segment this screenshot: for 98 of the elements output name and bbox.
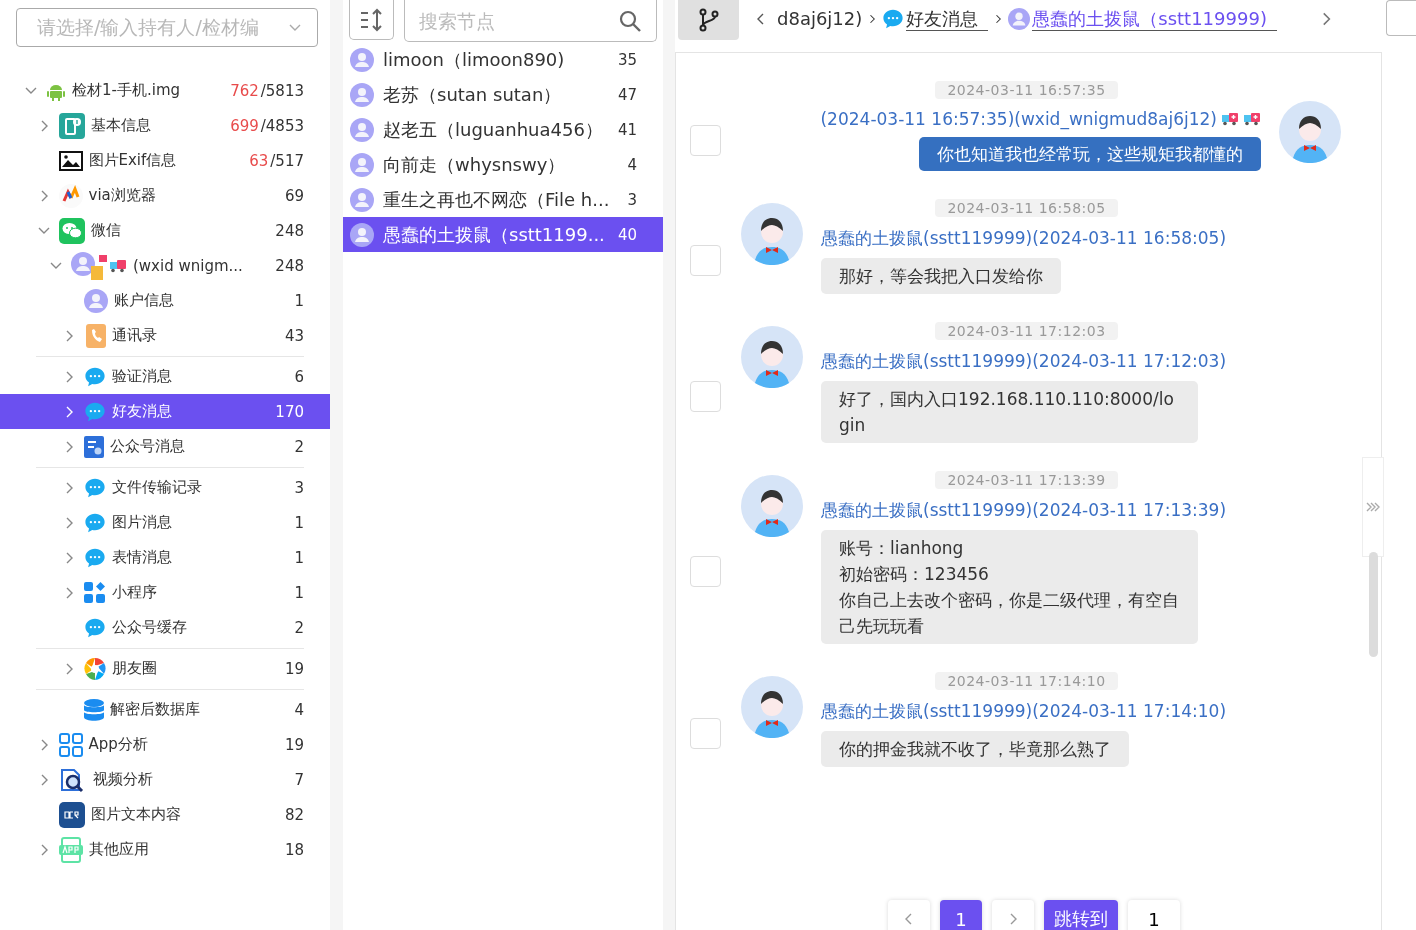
user-avatar-icon xyxy=(350,82,374,107)
ambulance-icon xyxy=(1221,112,1239,126)
account-avatar-icon xyxy=(71,251,127,280)
contact-item[interactable]: limoon（limoon890) 35 xyxy=(343,42,663,77)
sender-header: 愚蠢的土拨鼠(sstt119999)(2024-03-11 17:14:10) xyxy=(821,700,1227,723)
database-icon xyxy=(83,698,104,721)
tree-item[interactable]: 微信 248 xyxy=(0,213,330,248)
branch-icon xyxy=(697,8,720,32)
tree-item[interactable]: 验证消息 6 xyxy=(0,359,330,394)
sender-header: 愚蠢的土拨鼠(sstt119999)(2024-03-11 16:58:05) xyxy=(821,227,1227,250)
scrollbar[interactable] xyxy=(1369,552,1378,657)
chat-bubble-icon xyxy=(882,8,905,30)
avatar-icon xyxy=(1279,101,1341,163)
timestamp: 2024-03-11 16:58:05 xyxy=(935,199,1118,217)
message-checkbox[interactable] xyxy=(690,245,721,276)
tree-item[interactable]: 其他应用 18 xyxy=(0,832,330,867)
contact-item[interactable]: 老苏（sutan sutan） 47 xyxy=(343,77,663,112)
tree-item[interactable]: 图片Exif信息 63/517 xyxy=(0,143,330,178)
search-icon xyxy=(619,10,641,32)
tree-item[interactable]: 表情消息 1 xyxy=(0,540,330,575)
user-avatar-icon xyxy=(350,187,374,212)
sender-header: (2024-03-11 16:57:35)(wxid_wnigmud8aj6j12) xyxy=(820,109,1217,129)
aperture-icon xyxy=(83,657,106,680)
four-squares-icon xyxy=(58,732,83,757)
chat-bubble-icon xyxy=(83,511,106,534)
tree-item[interactable]: 基本信息 699/4853 xyxy=(0,108,330,143)
message-checkbox[interactable] xyxy=(690,124,721,156)
tree-item[interactable]: App分析 19 xyxy=(0,727,330,762)
avatar-icon xyxy=(741,203,803,265)
ocr-icon xyxy=(58,801,85,828)
branch-button[interactable] xyxy=(678,0,739,40)
tree-item[interactable]: 朋友圈 19 xyxy=(0,651,330,686)
app-box-icon xyxy=(58,836,83,863)
user-avatar-icon xyxy=(1008,8,1031,30)
tree-item[interactable]: 检材1-手机.img 762/5813 xyxy=(0,73,330,108)
tree-item[interactable]: 图片文本内容 82 xyxy=(0,797,330,832)
phone-info-icon xyxy=(58,112,85,139)
chat-bubble-icon xyxy=(83,365,106,388)
tree-item[interactable]: 小程序 1 xyxy=(0,575,330,610)
grid-icon xyxy=(83,581,106,604)
document-icon xyxy=(83,435,104,458)
timestamp: 2024-03-11 17:13:39 xyxy=(935,471,1118,489)
breadcrumb-item[interactable]: 好友消息 xyxy=(882,0,989,38)
tree-item[interactable]: 公众号缓存 2 xyxy=(0,610,330,645)
breadcrumb-item[interactable]: 愚蠢的土拨鼠（sstt119999) xyxy=(1008,0,1277,38)
chat-bubble-icon xyxy=(83,616,106,639)
tree-item[interactable]: 公众号消息 2 xyxy=(0,429,330,464)
avatar-icon xyxy=(741,475,803,537)
timestamp: 2024-03-11 17:12:03 xyxy=(935,322,1118,340)
search-field[interactable]: 搜索节点 xyxy=(404,0,657,42)
page-input[interactable]: 1 xyxy=(1128,900,1180,930)
double-chevron-icon xyxy=(1366,502,1380,512)
message-checkbox[interactable] xyxy=(690,718,721,749)
tree-item[interactable]: 视频分析 7 xyxy=(0,762,330,797)
message-checkbox[interactable] xyxy=(690,381,721,412)
sender-header: 愚蠢的土拨鼠(sstt119999)(2024-03-11 17:12:03) xyxy=(821,350,1227,373)
ambulance-icon xyxy=(1243,112,1261,126)
timestamp: 2024-03-11 17:14:10 xyxy=(935,672,1118,690)
user-avatar-icon xyxy=(350,117,374,142)
message-checkbox[interactable] xyxy=(690,556,721,587)
tree-item[interactable]: via浏览器 69 xyxy=(0,178,330,213)
tree-item[interactable]: 通讯录 43 xyxy=(0,318,330,353)
tree-item[interactable]: 好友消息 170 xyxy=(0,394,330,429)
avatar-icon xyxy=(741,676,803,738)
contact-item[interactable]: 赵老五（luguanhua456） 41 xyxy=(343,112,663,147)
timestamp: 2024-03-11 16:57:35 xyxy=(935,81,1118,99)
user-avatar-icon xyxy=(350,152,374,177)
user-avatar-icon xyxy=(83,288,108,313)
avatar-icon xyxy=(741,326,803,388)
toolbar-button[interactable] xyxy=(1386,0,1416,36)
sender-header: 愚蠢的土拨鼠(sstt119999)(2024-03-11 17:13:39) xyxy=(821,499,1227,522)
user-avatar-icon xyxy=(350,47,374,72)
phone-book-icon xyxy=(83,323,106,348)
user-avatar-icon xyxy=(350,222,374,247)
message-bubble: 好了，国内入口192.168.110.110:8000/login xyxy=(821,381,1198,443)
breadcrumb-item[interactable]: d8aj6j12) xyxy=(777,0,863,38)
message-bubble: 账号：lianhong 初始密码：123456 你自己上去改个密码，你是二级代理，有空自己先玩玩看 xyxy=(821,530,1198,644)
tree-item[interactable]: 文件传输记录 3 xyxy=(0,470,330,505)
tree-item[interactable]: 解密后数据库 4 xyxy=(0,692,330,727)
tree-item[interactable]: (wxid wnigm... 248 xyxy=(0,248,330,283)
contact-item[interactable]: 重生之再也不网恋（File h... 3 xyxy=(343,182,663,217)
image-icon xyxy=(58,150,83,171)
chat-bubble-icon xyxy=(83,546,106,569)
message-bubble: 那好，等会我把入口发给你 xyxy=(821,258,1061,294)
chat-bubble-icon xyxy=(83,476,106,499)
contact-item[interactable]: 向前走（whysnswy） 4 xyxy=(343,147,663,182)
chat-bubble-icon xyxy=(83,400,106,423)
sort-button[interactable] xyxy=(349,0,394,40)
jump-button[interactable]: 跳转到 xyxy=(1044,900,1118,930)
sort-icon xyxy=(358,7,385,32)
message-bubble: 你的押金我就不收了，毕竟那么熟了 xyxy=(821,731,1129,767)
tree-item[interactable]: 图片消息 1 xyxy=(0,505,330,540)
page-button[interactable]: 1 xyxy=(940,900,982,930)
tree-item[interactable]: 账户信息 1 xyxy=(0,283,330,318)
collapse-handle[interactable] xyxy=(1362,457,1384,557)
message-bubble: 你也知道我也经常玩，这些规矩我都懂的 xyxy=(919,137,1261,171)
wechat-icon xyxy=(58,217,85,244)
contact-item[interactable]: 愚蠢的土拨鼠（sstt1199... 40 xyxy=(343,217,663,252)
